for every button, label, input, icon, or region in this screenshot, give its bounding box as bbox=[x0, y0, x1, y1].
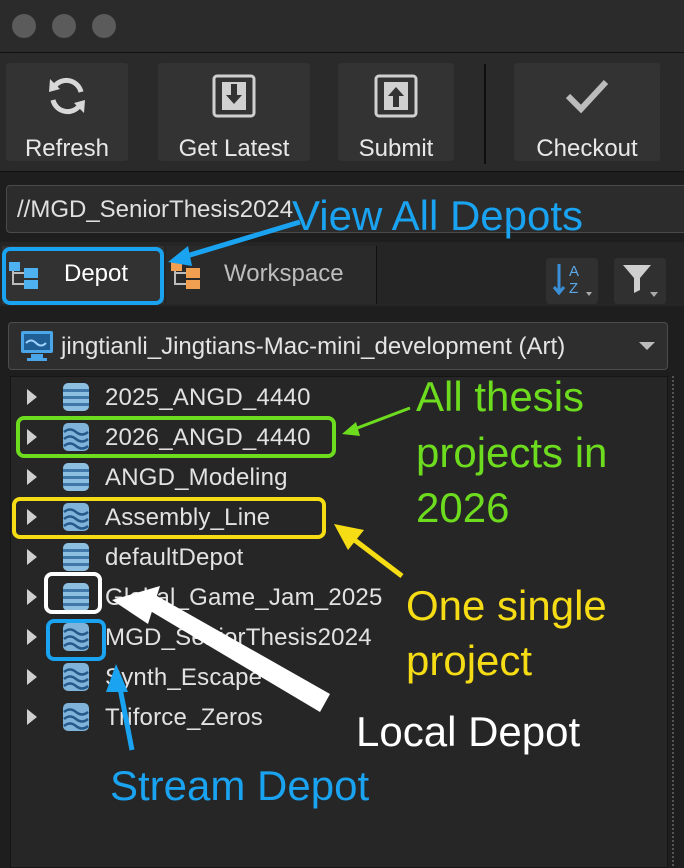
local-depot-arrowhead bbox=[112, 586, 160, 624]
annotation-stream-depot: Stream Depot bbox=[110, 762, 370, 809]
annotation-thesis-line2: projects in bbox=[416, 429, 608, 476]
stream-depot-arrowhead bbox=[106, 664, 128, 692]
thesis-arrow bbox=[351, 406, 411, 432]
annotation-view-all-depots: View All Depots bbox=[292, 192, 584, 239]
thesis-arrowhead bbox=[342, 422, 360, 436]
stream-depot-arrow bbox=[117, 687, 135, 751]
single-project-arrow bbox=[346, 533, 404, 578]
local-depot-arrow bbox=[132, 592, 330, 712]
annotation-thesis-line1: All thesis bbox=[416, 373, 585, 420]
annotation-single-line1: One single bbox=[406, 582, 607, 629]
view-all-arrowhead bbox=[168, 246, 192, 266]
annotation-local-depot: Local Depot bbox=[356, 708, 581, 755]
annotation-thesis-line3: 2026 bbox=[416, 484, 510, 531]
view-all-arrow bbox=[179, 219, 301, 261]
annotation-single-line2: project bbox=[406, 637, 533, 684]
